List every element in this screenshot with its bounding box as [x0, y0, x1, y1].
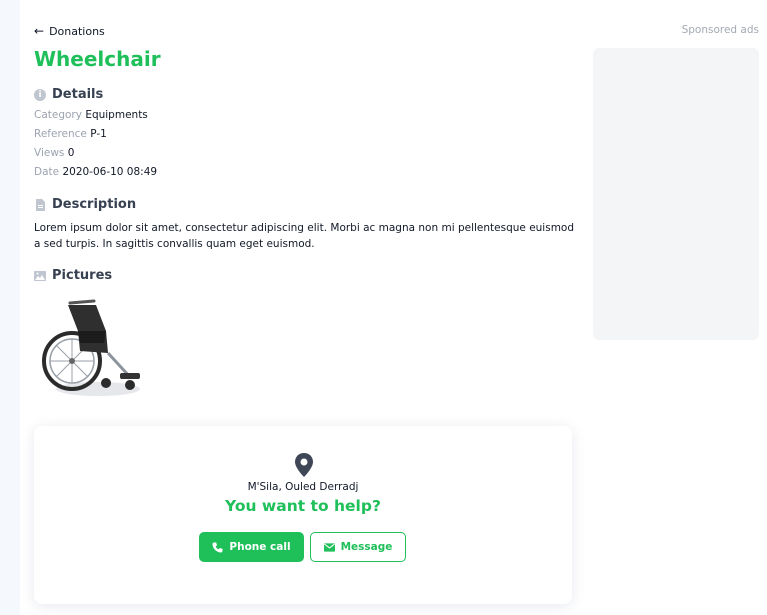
- map-pin-icon: [295, 453, 313, 477]
- detail-key: Date: [34, 166, 60, 178]
- contact-card: M'Sila, Ouled Derradj You want to help? …: [34, 426, 572, 604]
- details-heading-label: Details: [52, 87, 104, 102]
- ad-placeholder: [593, 48, 759, 340]
- back-link[interactable]: ← Donations: [34, 24, 105, 38]
- document-icon: [36, 198, 45, 211]
- info-icon: i: [34, 88, 46, 101]
- detail-key: Reference: [34, 128, 87, 140]
- phone-icon: [212, 541, 223, 553]
- detail-key: Views: [34, 147, 65, 159]
- details-heading: i Details: [34, 87, 103, 102]
- detail-key: Category: [34, 109, 82, 121]
- detail-value: 0: [67, 147, 75, 159]
- page-title: Wheelchair: [34, 47, 161, 71]
- location-text: M'Sila, Ouled Derradj: [247, 481, 359, 493]
- message-label: Message: [340, 541, 393, 553]
- image-icon: [34, 270, 46, 281]
- detail-value: P-1: [90, 128, 107, 140]
- phone-call-button[interactable]: Phone call: [199, 532, 304, 562]
- message-button[interactable]: Message: [310, 532, 406, 562]
- detail-value: 2020-06-10 08:49: [62, 166, 158, 178]
- detail-row-date: Date 2020-06-10 08:49: [34, 166, 157, 178]
- description-heading-label: Description: [52, 197, 137, 212]
- description-heading: Description: [34, 197, 136, 212]
- pictures-heading: Pictures: [34, 268, 112, 283]
- sponsored-ads-label: Sponsored ads: [681, 24, 759, 36]
- back-link-label: Donations: [49, 24, 105, 38]
- pictures-heading-label: Pictures: [52, 268, 113, 283]
- help-headline: You want to help?: [225, 497, 381, 515]
- left-edge-strip: [0, 0, 20, 615]
- wheelchair-picture[interactable]: [34, 291, 146, 403]
- detail-value: Equipments: [85, 109, 148, 121]
- detail-row-views: Views 0: [34, 147, 74, 159]
- arrow-left-icon: ←: [34, 24, 45, 38]
- detail-row-category: Category Equipments: [34, 109, 148, 121]
- envelope-icon: [323, 542, 335, 552]
- description-text: Lorem ipsum dolor sit amet, consectetur …: [34, 222, 575, 250]
- phone-call-label: Phone call: [229, 541, 291, 553]
- detail-row-reference: Reference P-1: [34, 128, 107, 140]
